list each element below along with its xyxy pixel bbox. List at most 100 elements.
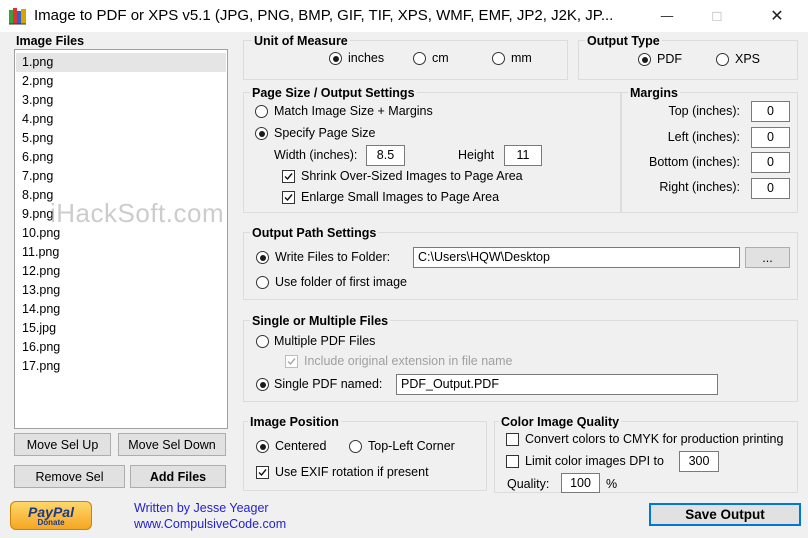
single-pdf-label[interactable]: Single PDF named:	[274, 377, 382, 392]
centered-label[interactable]: Centered	[275, 439, 326, 454]
app-icon	[8, 6, 28, 26]
folder-path-input[interactable]: C:\Users\HQW\Desktop	[413, 247, 740, 268]
specify-page-size-label[interactable]: Specify Page Size	[274, 126, 375, 141]
list-item[interactable]: 14.png	[22, 300, 60, 319]
enlarge-checkbox[interactable]	[282, 191, 295, 204]
list-item[interactable]: 7.png	[22, 167, 53, 186]
maximize-icon: ☐	[711, 9, 723, 24]
cmyk-checkbox[interactable]	[506, 433, 519, 446]
image-position-panel	[243, 421, 487, 491]
mm-radio[interactable]	[492, 52, 505, 65]
margin-right-label: Right (inches):	[659, 180, 740, 194]
width-label: Width (inches):	[274, 148, 358, 162]
image-files-list[interactable]: 1.png 2.png 3.png 4.png 5.png 6.png 7.pn…	[14, 49, 228, 429]
height-input[interactable]: 11	[504, 145, 542, 166]
website-link[interactable]: www.CompulsiveCode.com	[134, 517, 286, 531]
shrink-checkbox[interactable]	[282, 170, 295, 183]
move-sel-up-button[interactable]: Move Sel Up	[14, 433, 111, 456]
margin-bottom-label: Bottom (inches):	[648, 155, 740, 169]
top-left-corner-radio[interactable]	[349, 440, 362, 453]
maximize-button: ☐	[694, 0, 740, 32]
page-size-title: Page Size / Output Settings	[250, 86, 417, 100]
margin-left-input[interactable]: 0	[751, 127, 790, 148]
cmyk-label[interactable]: Convert colors to CMYK for production pr…	[525, 432, 783, 447]
cm-radio[interactable]	[413, 52, 426, 65]
include-extension-checkbox	[285, 355, 298, 368]
match-image-size-label[interactable]: Match Image Size + Margins	[274, 104, 433, 119]
centered-radio[interactable]	[256, 440, 269, 453]
list-item[interactable]: 11.png	[22, 243, 59, 262]
write-files-label[interactable]: Write Files to Folder:	[275, 250, 390, 265]
list-item[interactable]: 17.png	[22, 357, 60, 376]
checkmark-icon	[284, 194, 293, 202]
list-item[interactable]: 5.png	[22, 129, 53, 148]
save-output-button[interactable]: Save Output	[649, 503, 801, 526]
list-item[interactable]: 4.png	[22, 110, 53, 129]
quality-input[interactable]: 100	[561, 473, 600, 493]
single-pdf-name-input[interactable]: PDF_Output.PDF	[396, 374, 718, 395]
checkmark-icon	[258, 469, 267, 477]
close-button[interactable]: ✕	[754, 0, 800, 32]
limit-dpi-label[interactable]: Limit color images DPI to	[525, 454, 664, 469]
height-label: Height	[458, 148, 495, 162]
specify-page-size-radio[interactable]	[255, 127, 268, 140]
browse-folder-button[interactable]: ...	[745, 247, 790, 268]
watermark: iHackSoft.com	[50, 198, 225, 228]
paypal-donate-button[interactable]: PayPal Donate	[10, 501, 92, 530]
inches-radio[interactable]	[329, 52, 342, 65]
move-sel-down-button[interactable]: Move Sel Down	[118, 433, 226, 456]
list-item[interactable]: 1.png	[22, 53, 53, 72]
write-files-radio[interactable]	[256, 251, 269, 264]
single-pdf-radio[interactable]	[256, 378, 269, 391]
margin-top-label: Top (inches):	[668, 104, 740, 118]
unit-of-measure-title: Unit of Measure	[252, 34, 350, 48]
pdf-radio[interactable]	[638, 53, 651, 66]
margin-left-label: Left (inches):	[667, 130, 740, 144]
pdf-label[interactable]: PDF	[657, 52, 682, 67]
paypal-donate-label: Donate	[37, 518, 65, 527]
quality-label: Quality:	[507, 477, 550, 491]
add-files-button[interactable]: Add Files	[130, 465, 226, 488]
list-item[interactable]: 3.png	[22, 91, 53, 110]
include-extension-label: Include original extension in file name	[304, 354, 513, 368]
cm-label[interactable]: cm	[432, 51, 449, 66]
list-item[interactable]: 12.png	[22, 262, 60, 281]
margin-right-input[interactable]: 0	[751, 178, 790, 199]
exif-rotation-checkbox[interactable]	[256, 466, 269, 479]
single-multiple-title: Single or Multiple Files	[250, 314, 391, 328]
list-item[interactable]: 13.png	[22, 281, 60, 300]
list-item[interactable]: 6.png	[22, 148, 53, 167]
output-type-title: Output Type	[585, 34, 662, 48]
margin-bottom-input[interactable]: 0	[751, 152, 790, 173]
minimize-icon: —	[660, 9, 674, 23]
shrink-label[interactable]: Shrink Over-Sized Images to Page Area	[301, 169, 523, 184]
first-image-folder-label[interactable]: Use folder of first image	[275, 275, 407, 290]
margins-title: Margins	[628, 86, 680, 100]
checkmark-icon	[287, 358, 296, 366]
percent-label: %	[606, 477, 618, 491]
remove-sel-button[interactable]: Remove Sel	[14, 465, 125, 488]
minimize-button[interactable]: —	[644, 0, 690, 32]
list-item[interactable]: 2.png	[22, 72, 53, 91]
image-files-title: Image Files	[16, 34, 85, 48]
dpi-input[interactable]: 300	[679, 451, 719, 472]
list-item[interactable]: 16.png	[22, 338, 60, 357]
exif-rotation-label[interactable]: Use EXIF rotation if present	[275, 465, 429, 480]
author-link[interactable]: Written by Jesse Yeager	[134, 501, 269, 515]
list-item[interactable]: 15.jpg	[22, 319, 56, 338]
enlarge-label[interactable]: Enlarge Small Images to Page Area	[301, 190, 499, 205]
match-image-size-radio[interactable]	[255, 105, 268, 118]
list-item[interactable]: 9.png	[22, 205, 53, 224]
multiple-pdf-label[interactable]: Multiple PDF Files	[274, 334, 375, 349]
top-left-corner-label[interactable]: Top-Left Corner	[368, 439, 455, 454]
margin-top-input[interactable]: 0	[751, 101, 790, 122]
mm-label[interactable]: mm	[511, 51, 532, 66]
inches-label[interactable]: inches	[348, 51, 384, 66]
width-input[interactable]: 8.5	[366, 145, 405, 166]
first-image-folder-radio[interactable]	[256, 276, 269, 289]
xps-label[interactable]: XPS	[735, 52, 760, 67]
multiple-pdf-radio[interactable]	[256, 335, 269, 348]
list-item[interactable]: 8.png	[22, 186, 53, 205]
limit-dpi-checkbox[interactable]	[506, 455, 519, 468]
xps-radio[interactable]	[716, 53, 729, 66]
